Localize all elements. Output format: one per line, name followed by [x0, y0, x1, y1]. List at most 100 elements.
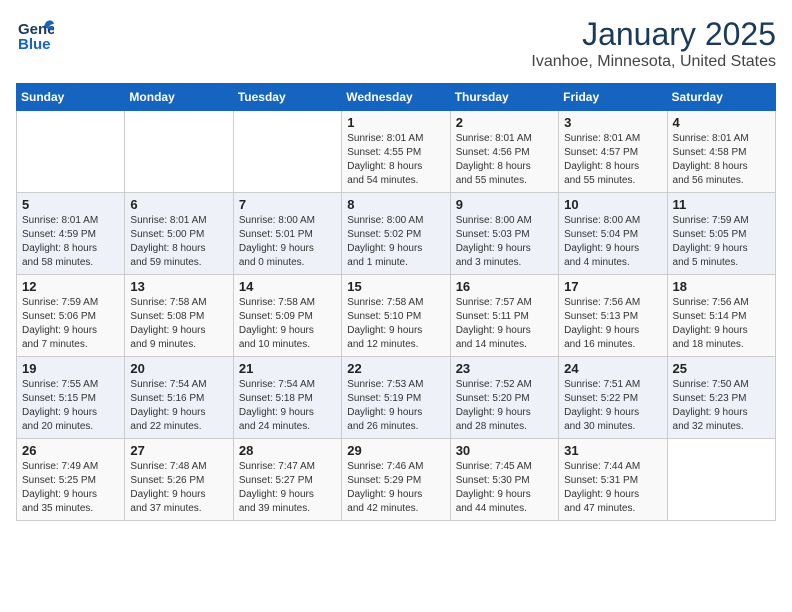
day-number: 12: [22, 279, 119, 294]
calendar-cell: 8 Sunrise: 8:00 AM Sunset: 5:02 PM Daylig…: [342, 193, 450, 275]
calendar-cell: 6 Sunrise: 8:01 AM Sunset: 5:00 PM Daylig…: [125, 193, 233, 275]
day-info: Sunrise: 7:56 AM Sunset: 5:14 PM Dayligh…: [673, 296, 770, 352]
day-info: Sunrise: 8:00 AM Sunset: 5:04 PM Dayligh…: [564, 214, 661, 270]
day-number: 1: [347, 115, 444, 130]
day-number: 10: [564, 197, 661, 212]
logo: General Blue: [16, 16, 54, 59]
day-number: 18: [673, 279, 770, 294]
calendar-cell: 23Sunrise: 7:52 AM Sunset: 5:20 PM Dayli…: [450, 357, 558, 439]
calendar-table: SundayMondayTuesdayWednesdayThursdayFrid…: [16, 83, 776, 521]
day-number: 13: [130, 279, 227, 294]
day-info: Sunrise: 7:50 AM Sunset: 5:23 PM Dayligh…: [673, 378, 770, 434]
day-number: 19: [22, 361, 119, 376]
calendar-cell: 10 Sunrise: 8:00 AM Sunset: 5:04 PM Dayli…: [559, 193, 667, 275]
day-info: Sunrise: 7:46 AM Sunset: 5:29 PM Dayligh…: [347, 460, 444, 516]
header-sunday: Sunday: [17, 84, 125, 111]
day-number: 17: [564, 279, 661, 294]
day-number: 14: [239, 279, 336, 294]
calendar-cell: 7Sunrise: 8:00 AM Sunset: 5:01 PM Daylig…: [233, 193, 341, 275]
calendar-cell: 17 Sunrise: 7:56 AM Sunset: 5:13 PM Dayli…: [559, 275, 667, 357]
day-info: Sunrise: 7:47 AM Sunset: 5:27 PM Dayligh…: [239, 460, 336, 516]
day-number: 20: [130, 361, 227, 376]
day-info: Sunrise: 7:55 AM Sunset: 5:15 PM Dayligh…: [22, 378, 119, 434]
calendar-cell: 22 Sunrise: 7:53 AM Sunset: 5:19 PM Dayli…: [342, 357, 450, 439]
day-info: Sunrise: 7:48 AM Sunset: 5:26 PM Dayligh…: [130, 460, 227, 516]
calendar-cell: 4Sunrise: 8:01 AM Sunset: 4:58 PM Daylig…: [667, 111, 775, 193]
day-number: 23: [456, 361, 553, 376]
calendar-week-1: 1 Sunrise: 8:01 AM Sunset: 4:55 PM Daylig…: [17, 111, 776, 193]
calendar-cell: 25 Sunrise: 7:50 AM Sunset: 5:23 PM Dayli…: [667, 357, 775, 439]
day-info: Sunrise: 7:54 AM Sunset: 5:16 PM Dayligh…: [130, 378, 227, 434]
day-info: Sunrise: 7:58 AM Sunset: 5:08 PM Dayligh…: [130, 296, 227, 352]
page-subtitle: Ivanhoe, Minnesota, United States: [531, 53, 776, 71]
header-wednesday: Wednesday: [342, 84, 450, 111]
calendar-cell: 31 Sunrise: 7:44 AM Sunset: 5:31 PM Dayli…: [559, 439, 667, 521]
day-number: 15: [347, 279, 444, 294]
day-info: Sunrise: 7:53 AM Sunset: 5:19 PM Dayligh…: [347, 378, 444, 434]
day-info: Sunrise: 7:45 AM Sunset: 5:30 PM Dayligh…: [456, 460, 553, 516]
calendar-cell: 13 Sunrise: 7:58 AM Sunset: 5:08 PM Dayli…: [125, 275, 233, 357]
calendar-cell: [667, 439, 775, 521]
day-info: Sunrise: 8:01 AM Sunset: 4:56 PM Dayligh…: [456, 132, 553, 188]
day-number: 5: [22, 197, 119, 212]
calendar-week-4: 19 Sunrise: 7:55 AM Sunset: 5:15 PM Dayli…: [17, 357, 776, 439]
calendar-cell: 20 Sunrise: 7:54 AM Sunset: 5:16 PM Dayli…: [125, 357, 233, 439]
day-number: 29: [347, 443, 444, 458]
day-info: Sunrise: 8:00 AM Sunset: 5:02 PM Dayligh…: [347, 214, 444, 270]
calendar-cell: 3 Sunrise: 8:01 AM Sunset: 4:57 PM Daylig…: [559, 111, 667, 193]
day-number: 26: [22, 443, 119, 458]
calendar-cell: 12 Sunrise: 7:59 AM Sunset: 5:06 PM Dayli…: [17, 275, 125, 357]
day-number: 16: [456, 279, 553, 294]
title-block: January 2025 Ivanhoe, Minnesota, United …: [531, 16, 776, 71]
calendar-cell: 24 Sunrise: 7:51 AM Sunset: 5:22 PM Dayli…: [559, 357, 667, 439]
day-info: Sunrise: 7:44 AM Sunset: 5:31 PM Dayligh…: [564, 460, 661, 516]
calendar-cell: 15 Sunrise: 7:58 AM Sunset: 5:10 PM Dayli…: [342, 275, 450, 357]
svg-text:Blue: Blue: [18, 36, 51, 53]
calendar-cell: [233, 111, 341, 193]
day-info: Sunrise: 7:49 AM Sunset: 5:25 PM Dayligh…: [22, 460, 119, 516]
calendar-cell: 1 Sunrise: 8:01 AM Sunset: 4:55 PM Daylig…: [342, 111, 450, 193]
day-info: Sunrise: 7:58 AM Sunset: 5:10 PM Dayligh…: [347, 296, 444, 352]
calendar-cell: 2 Sunrise: 8:01 AM Sunset: 4:56 PM Daylig…: [450, 111, 558, 193]
day-number: 31: [564, 443, 661, 458]
page-title: January 2025: [531, 16, 776, 53]
day-info: Sunrise: 7:54 AM Sunset: 5:18 PM Dayligh…: [239, 378, 336, 434]
calendar-cell: 16 Sunrise: 7:57 AM Sunset: 5:11 PM Dayli…: [450, 275, 558, 357]
calendar-cell: 19 Sunrise: 7:55 AM Sunset: 5:15 PM Dayli…: [17, 357, 125, 439]
day-number: 3: [564, 115, 661, 130]
day-number: 2: [456, 115, 553, 130]
day-number: 22: [347, 361, 444, 376]
calendar-week-5: 26 Sunrise: 7:49 AM Sunset: 5:25 PM Dayli…: [17, 439, 776, 521]
day-number: 8: [347, 197, 444, 212]
calendar-cell: 26 Sunrise: 7:49 AM Sunset: 5:25 PM Dayli…: [17, 439, 125, 521]
day-info: Sunrise: 7:51 AM Sunset: 5:22 PM Dayligh…: [564, 378, 661, 434]
day-number: 6: [130, 197, 227, 212]
day-info: Sunrise: 8:01 AM Sunset: 4:58 PM Dayligh…: [673, 132, 770, 188]
calendar-cell: 28Sunrise: 7:47 AM Sunset: 5:27 PM Dayli…: [233, 439, 341, 521]
calendar-cell: [17, 111, 125, 193]
page-header: General Blue January 2025 Ivanhoe, Minne…: [16, 16, 776, 71]
day-info: Sunrise: 8:01 AM Sunset: 4:57 PM Dayligh…: [564, 132, 661, 188]
day-number: 25: [673, 361, 770, 376]
day-number: 24: [564, 361, 661, 376]
day-info: Sunrise: 7:57 AM Sunset: 5:11 PM Dayligh…: [456, 296, 553, 352]
day-number: 11: [673, 197, 770, 212]
day-info: Sunrise: 8:01 AM Sunset: 4:59 PM Dayligh…: [22, 214, 119, 270]
day-info: Sunrise: 7:56 AM Sunset: 5:13 PM Dayligh…: [564, 296, 661, 352]
day-number: 21: [239, 361, 336, 376]
day-info: Sunrise: 8:01 AM Sunset: 4:55 PM Dayligh…: [347, 132, 444, 188]
day-info: Sunrise: 8:00 AM Sunset: 5:03 PM Dayligh…: [456, 214, 553, 270]
calendar-cell: 9 Sunrise: 8:00 AM Sunset: 5:03 PM Daylig…: [450, 193, 558, 275]
day-info: Sunrise: 7:59 AM Sunset: 5:05 PM Dayligh…: [673, 214, 770, 270]
day-number: 9: [456, 197, 553, 212]
calendar-cell: 18 Sunrise: 7:56 AM Sunset: 5:14 PM Dayli…: [667, 275, 775, 357]
day-info: Sunrise: 8:01 AM Sunset: 5:00 PM Dayligh…: [130, 214, 227, 270]
day-info: Sunrise: 8:00 AM Sunset: 5:01 PM Dayligh…: [239, 214, 336, 270]
calendar-cell: 14 Sunrise: 7:58 AM Sunset: 5:09 PM Dayli…: [233, 275, 341, 357]
calendar-cell: 29 Sunrise: 7:46 AM Sunset: 5:29 PM Dayli…: [342, 439, 450, 521]
header-tuesday: Tuesday: [233, 84, 341, 111]
day-info: Sunrise: 7:59 AM Sunset: 5:06 PM Dayligh…: [22, 296, 119, 352]
header-monday: Monday: [125, 84, 233, 111]
calendar-cell: 27Sunrise: 7:48 AM Sunset: 5:26 PM Dayli…: [125, 439, 233, 521]
day-info: Sunrise: 7:58 AM Sunset: 5:09 PM Dayligh…: [239, 296, 336, 352]
